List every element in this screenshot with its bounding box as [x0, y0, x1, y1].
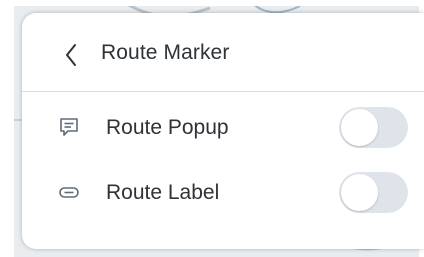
- popup-message-icon: [58, 116, 80, 138]
- option-row-route-label: Route Label: [22, 161, 424, 225]
- route-marker-panel: Route Marker Route Popup Route Label: [22, 13, 424, 249]
- panel-title: Route Marker: [101, 41, 230, 64]
- frame-top: [0, 0, 424, 6]
- toggle-knob: [341, 109, 378, 146]
- toggle-knob: [341, 174, 378, 211]
- route-label-toggle[interactable]: [339, 172, 408, 213]
- label-tag-icon: [58, 181, 80, 203]
- frame-left: [0, 0, 14, 257]
- route-popup-toggle[interactable]: [339, 107, 408, 148]
- option-row-route-popup: Route Popup: [22, 96, 424, 160]
- option-label-route-popup: Route Popup: [106, 116, 229, 139]
- back-button[interactable]: [60, 42, 82, 68]
- option-label-route-label: Route Label: [106, 181, 220, 204]
- screen: Route Marker Route Popup Route Label: [0, 0, 424, 257]
- panel-header: Route Marker: [22, 13, 424, 92]
- chevron-left-icon: [66, 44, 76, 66]
